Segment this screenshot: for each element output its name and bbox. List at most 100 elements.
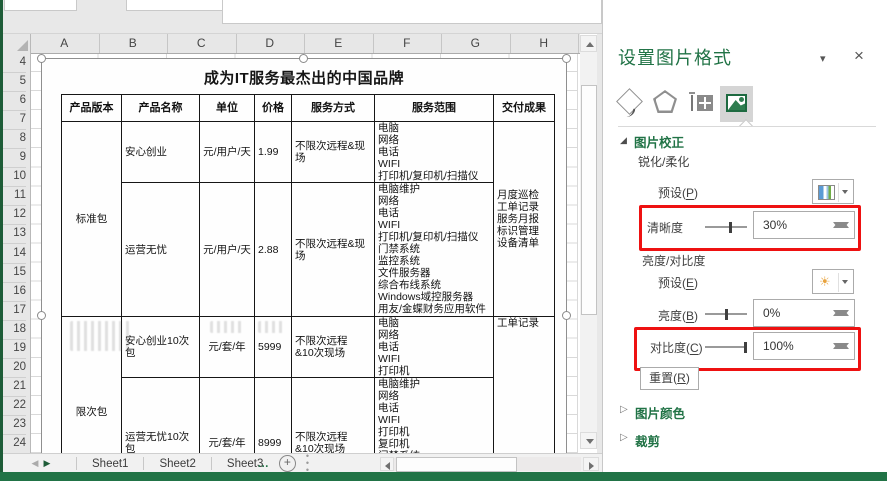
formula-bar-input[interactable] — [222, 0, 602, 24]
column-header-C[interactable]: C — [167, 34, 237, 53]
picture-title: 成为IT服务最杰出的中国品牌 — [42, 67, 566, 88]
horizontal-scroll-thumb[interactable] — [396, 457, 517, 472]
brightness-slider-handle[interactable] — [725, 309, 728, 320]
row-header-18[interactable]: 18 — [3, 320, 26, 340]
row-header-15[interactable]: 15 — [3, 263, 26, 283]
tab-scroll-left-icon[interactable]: ◀ — [29, 458, 41, 469]
collapse-triangle-icon[interactable]: ◢ — [620, 135, 627, 146]
sharpness-spinner[interactable]: 30% — [753, 211, 855, 239]
row-header-10[interactable]: 10 — [3, 167, 26, 187]
section-crop[interactable]: 裁剪 — [635, 431, 660, 450]
scroll-down-button[interactable] — [580, 432, 597, 449]
fill-line-icon[interactable] — [616, 88, 643, 115]
row-header-13[interactable]: 13 — [3, 224, 26, 244]
column-header-E[interactable]: E — [304, 34, 374, 53]
brightness-preset-button[interactable]: ☀ — [812, 269, 854, 294]
tab-scroll-right-icon[interactable]: ▶ — [41, 458, 53, 469]
row-header-8[interactable]: 8 — [3, 129, 26, 149]
tab-separator — [143, 457, 144, 470]
sharpness-value[interactable]: 30% — [763, 218, 787, 232]
expand-triangle-icon[interactable]: ▷ — [620, 432, 628, 443]
close-icon[interactable]: × — [854, 46, 864, 66]
scroll-left-button[interactable] — [380, 457, 394, 471]
brightness-spinner[interactable]: 0% — [753, 299, 855, 327]
table-row: 运营无忧10次包 元/套/年 8999 不限次远程 &10次现场 电脑维护 网络… — [62, 378, 555, 456]
scan-artifact — [70, 321, 132, 351]
spinner-down-icon[interactable] — [833, 343, 849, 353]
spinner-down-icon[interactable] — [833, 222, 849, 232]
pane-menu-arrow-icon[interactable]: ▾ — [820, 52, 826, 65]
sheet-tab-sheet1[interactable]: Sheet1 — [78, 455, 142, 473]
sharpen-preset-button[interactable] — [812, 179, 854, 204]
scroll-right-button[interactable] — [583, 457, 599, 471]
row-header-12[interactable]: 12 — [3, 205, 26, 225]
row-header-17[interactable]: 17 — [3, 301, 26, 321]
section-picture-corrections[interactable]: 图片校正 — [634, 132, 684, 151]
column-header-D[interactable]: D — [236, 34, 306, 53]
select-all-corner[interactable] — [3, 34, 31, 53]
vertical-scrollbar[interactable] — [580, 35, 597, 449]
contrast-value[interactable]: 100% — [763, 339, 794, 353]
size-properties-icon[interactable] — [697, 95, 713, 111]
row-header-16[interactable]: 16 — [3, 282, 26, 302]
row-header-7[interactable]: 7 — [3, 110, 26, 130]
expand-triangle-icon[interactable]: ▷ — [620, 404, 628, 415]
row-header-5[interactable]: 5 — [3, 72, 26, 92]
resize-handle-top-left[interactable] — [37, 54, 46, 63]
row-header-4[interactable]: 4 — [3, 53, 26, 73]
tabs-overflow-indicator[interactable]: … — [257, 458, 270, 470]
spinner-down-icon[interactable] — [833, 310, 849, 320]
row-header-24[interactable]: 24 — [3, 434, 26, 453]
effects-icon[interactable] — [653, 90, 677, 113]
contrast-slider-handle[interactable] — [744, 342, 747, 353]
col-header: 服务方式 — [292, 95, 375, 122]
sharpness-slider[interactable] — [705, 226, 747, 228]
tabbar-resize-handle[interactable]: ••• — [306, 453, 309, 474]
contrast-slider[interactable] — [705, 346, 747, 348]
resize-handle-top-right[interactable] — [562, 54, 571, 63]
brightness-slider[interactable] — [705, 313, 747, 315]
contrast-spinner[interactable]: 100% — [753, 332, 855, 360]
size-ibeam-icon[interactable] — [689, 92, 695, 113]
embedded-picture[interactable]: 成为IT服务最杰出的中国品牌 产品版本 产品名称 单位 价格 服务方式 服务范围… — [41, 58, 567, 455]
cell-scope: 电脑 网络 电话 WIFI 打印机 — [375, 317, 494, 378]
row-header-11[interactable]: 11 — [3, 186, 26, 206]
name-box[interactable] — [4, 0, 77, 11]
row-header-6[interactable]: 6 — [3, 91, 26, 111]
vertical-scroll-thumb[interactable] — [581, 85, 597, 315]
column-header-F[interactable]: F — [373, 34, 443, 53]
col-header: 产品版本 — [62, 95, 122, 122]
resize-handle-top-center[interactable] — [299, 54, 308, 63]
column-header-A[interactable]: A — [30, 34, 100, 53]
row-header-21[interactable]: 21 — [3, 377, 26, 397]
row-header-22[interactable]: 22 — [3, 396, 26, 416]
sheet-tab-sheet3[interactable]: Sheet3 — [213, 455, 263, 473]
resize-handle-middle-left[interactable] — [37, 311, 46, 320]
row-header-20[interactable]: 20 — [3, 358, 26, 378]
add-sheet-button[interactable]: + — [279, 455, 296, 472]
sharpness-slider-handle[interactable] — [729, 222, 732, 233]
picture-tab-selected[interactable] — [720, 86, 753, 122]
table-header-row: 产品版本 产品名称 单位 价格 服务方式 服务范围 交付成果 — [62, 95, 555, 122]
scroll-up-button[interactable] — [580, 35, 597, 52]
section-picture-color[interactable]: 图片颜色 — [635, 403, 685, 422]
sheet-tab-sheet2[interactable]: Sheet2 — [145, 455, 209, 473]
col-header: 单位 — [200, 95, 255, 122]
reset-button[interactable]: 重置(R) — [640, 367, 699, 390]
column-header-H[interactable]: H — [510, 34, 580, 53]
resize-handle-middle-right[interactable] — [562, 311, 571, 320]
brightness-value[interactable]: 0% — [763, 306, 780, 320]
row-header-9[interactable]: 9 — [3, 148, 26, 168]
table-row: 标准包 安心创业 元/用户/天 1.99 不限次远程&现场 电脑 网络 电话 W… — [62, 122, 555, 183]
row-header-19[interactable]: 19 — [3, 339, 26, 359]
brightness-preset-label: 预设(E) — [658, 274, 698, 291]
sheet-tabs: Sheet1Sheet2Sheet3 — [78, 455, 263, 473]
column-header-G[interactable]: G — [441, 34, 511, 53]
horizontal-scrollbar[interactable] — [380, 457, 581, 471]
row-header-23[interactable]: 23 — [3, 415, 26, 435]
cell-unit: 元/用户/天 — [200, 122, 255, 183]
sharpen-soften-label: 锐化/柔化 — [638, 153, 689, 170]
scan-artifact — [210, 321, 244, 333]
column-header-B[interactable]: B — [99, 34, 169, 53]
row-header-14[interactable]: 14 — [3, 244, 26, 264]
